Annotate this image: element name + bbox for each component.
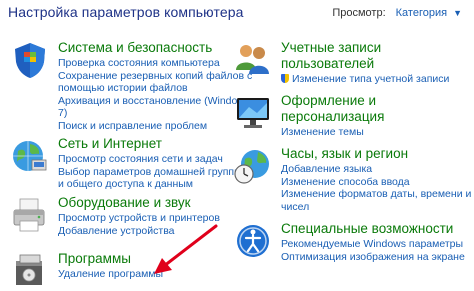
category-title[interactable]: Оформление и персонализация	[281, 93, 384, 125]
shield-flag-icon[interactable]	[10, 40, 50, 80]
category-title[interactable]: Учетные записи пользователей	[281, 40, 381, 72]
printer-icon[interactable]	[10, 195, 50, 235]
page-title: Настройка параметров компьютера	[8, 4, 244, 20]
link-recommended-settings[interactable]: Рекомендуемые Windows параметры	[281, 238, 465, 251]
category-title[interactable]: Программы	[58, 251, 131, 267]
link-network-status[interactable]: Просмотр состояния сети и задач	[58, 153, 242, 166]
category-title[interactable]: Сеть и Интернет	[58, 136, 162, 152]
link-homegroup-cont[interactable]: и общего доступа к данным	[58, 178, 242, 191]
category-user-accounts: Учетные записи пользователей Изменение т…	[233, 40, 468, 90]
view-selector[interactable]: Просмотр: Категория ▼	[332, 7, 462, 19]
category-network: Сеть и Интернет Просмотр состояния сети …	[10, 136, 242, 196]
view-value[interactable]: Категория	[396, 7, 447, 19]
link-backup-restore[interactable]: Архивация и восстановление (Windows	[58, 95, 252, 108]
link-file-history[interactable]: Сохранение резервных копий файлов с	[58, 70, 252, 83]
accessibility-icon[interactable]	[233, 221, 273, 261]
link-troubleshoot[interactable]: Поиск и исправление проблем	[58, 120, 252, 133]
link-file-history-cont[interactable]: помощью истории файлов	[58, 82, 252, 95]
link-uninstall-program[interactable]: Удаление программы	[58, 268, 163, 281]
link-check-computer-status[interactable]: Проверка состояния компьютера	[58, 57, 252, 70]
category-appearance: Оформление и персонализация Изменение те…	[233, 93, 468, 143]
category-title[interactable]: Оборудование и звук	[58, 195, 191, 211]
category-title-line: Оформление и	[281, 93, 377, 108]
category-system-security: Система и безопасность Проверка состояни…	[10, 40, 252, 140]
link-optimize-display[interactable]: Оптимизация изображения на экране	[281, 251, 465, 264]
category-title[interactable]: Система и безопасность	[58, 40, 212, 56]
category-title[interactable]: Специальные возможности	[281, 221, 453, 237]
annotation-arrow	[154, 224, 218, 274]
link-change-formats[interactable]: Изменение форматов даты, времени и	[281, 188, 471, 201]
link-homegroup[interactable]: Выбор параметров домашней группы	[58, 166, 242, 179]
globe-network-icon[interactable]	[10, 136, 50, 176]
link-change-account-type[interactable]: Изменение типа учетной записи	[281, 73, 449, 86]
category-clock-region: Часы, язык и регион Добавление языка Изм…	[233, 146, 474, 216]
category-title-line: Учетные записи	[281, 40, 382, 55]
chevron-down-icon[interactable]: ▼	[453, 8, 462, 18]
link-change-theme[interactable]: Изменение темы	[281, 126, 364, 139]
view-label: Просмотр:	[332, 7, 386, 19]
link-add-language[interactable]: Добавление языка	[281, 163, 471, 176]
programs-icon[interactable]	[10, 251, 50, 291]
category-title[interactable]: Часы, язык и регион	[281, 146, 408, 162]
category-title-line: пользователей	[281, 56, 375, 71]
clock-globe-icon[interactable]	[233, 146, 273, 186]
category-title-line: персонализация	[281, 109, 385, 124]
users-icon[interactable]	[233, 40, 273, 80]
link-backup-restore-cont[interactable]: 7)	[58, 107, 252, 120]
link-change-formats-cont[interactable]: чисел	[281, 201, 471, 214]
monitor-icon[interactable]	[233, 93, 273, 133]
category-accessibility: Специальные возможности Рекомендуемые Wi…	[233, 221, 474, 271]
link-change-input-method[interactable]: Изменение способа ввода	[281, 176, 471, 189]
